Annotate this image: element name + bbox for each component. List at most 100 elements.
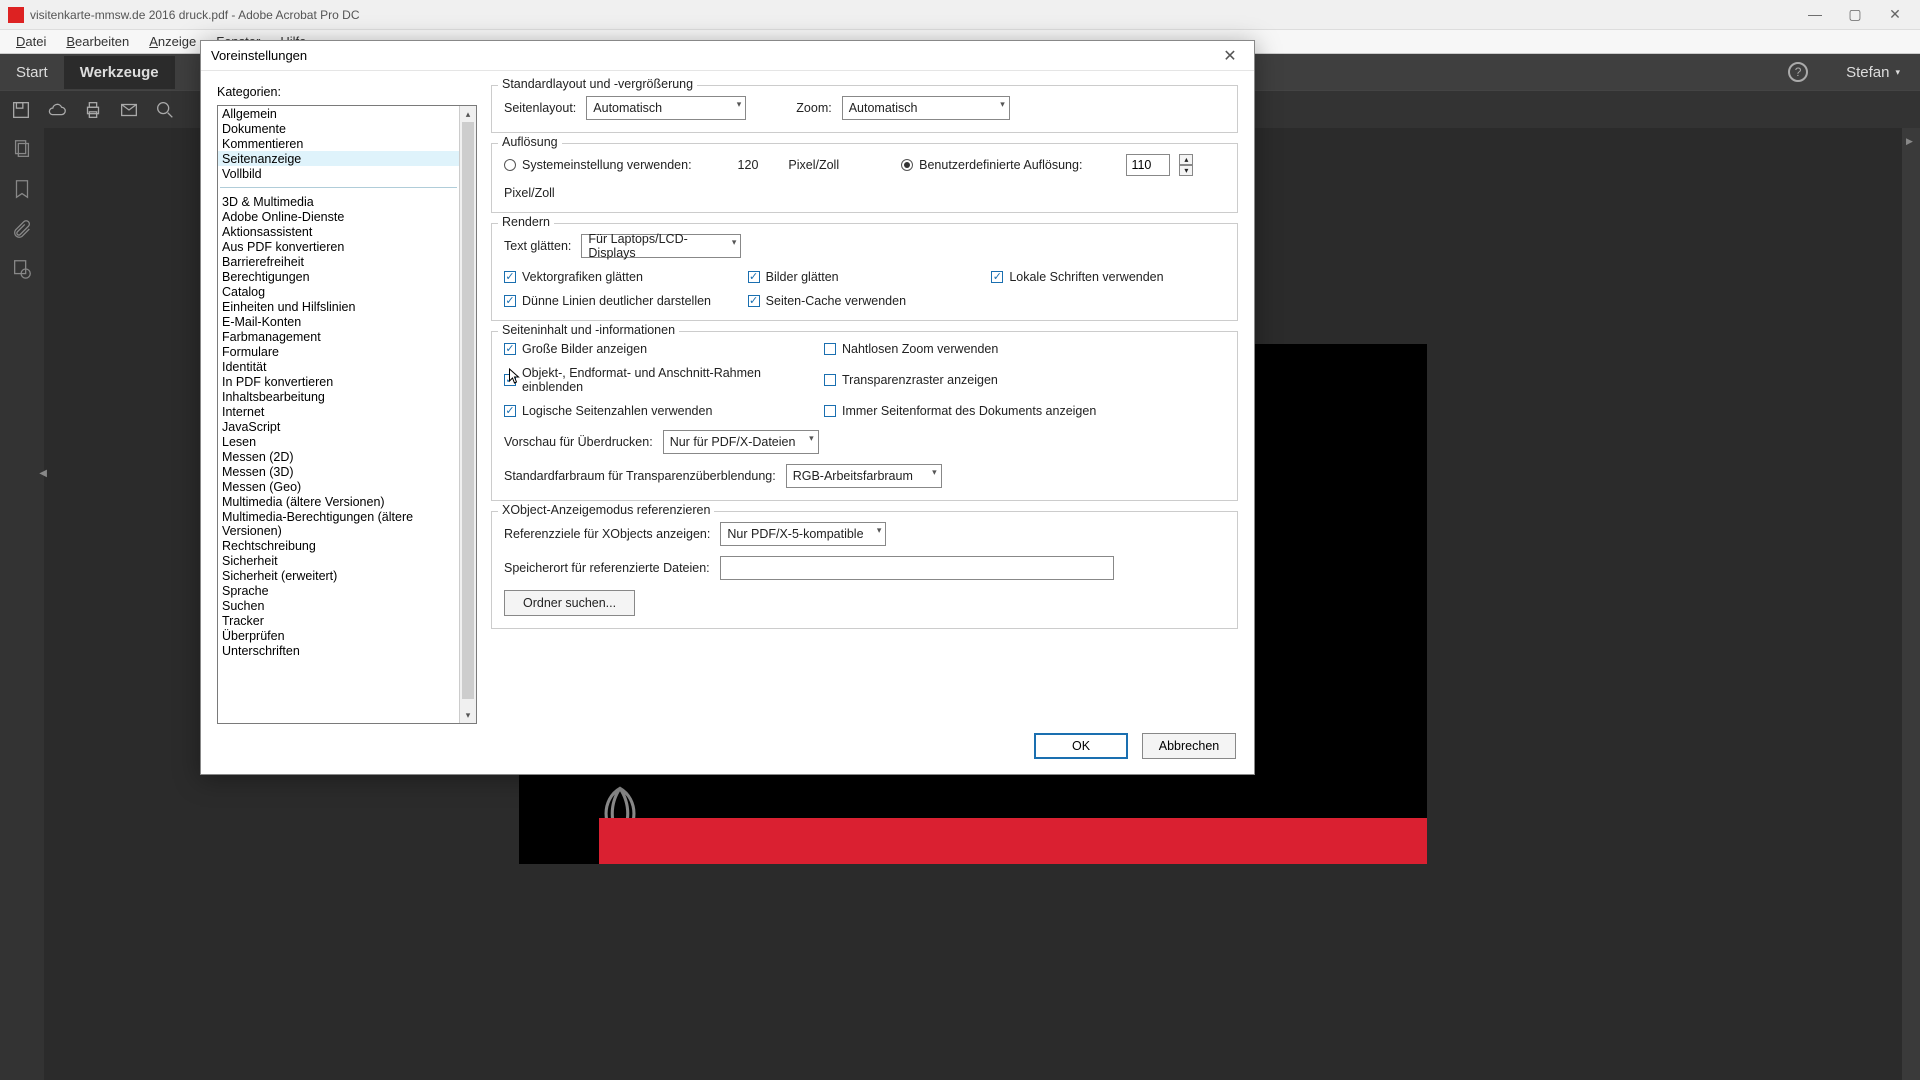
mail-icon[interactable] (118, 99, 140, 121)
mouse-cursor-icon (508, 368, 521, 386)
categories-list[interactable]: AllgemeinDokumenteKommentierenSeitenanze… (218, 106, 459, 723)
window-titlebar: visitenkarte-mmsw.de 2016 druck.pdf - Ad… (0, 0, 1920, 30)
cancel-button[interactable]: Abbrechen (1142, 733, 1236, 759)
scroll-up-icon[interactable]: ▴ (460, 106, 476, 122)
menu-bearbeiten[interactable]: Bearbeiten (56, 31, 139, 52)
tab-start[interactable]: Start (0, 56, 64, 89)
search-icon[interactable] (154, 99, 176, 121)
category-item[interactable]: Farbmanagement (218, 329, 459, 344)
category-item[interactable]: Formulare (218, 344, 459, 359)
smooth-text-select[interactable]: Für Laptops/LCD-Displays▾ (581, 234, 741, 258)
overprint-label: Vorschau für Überdrucken: (504, 435, 653, 449)
ok-button[interactable]: OK (1034, 733, 1128, 759)
xobject-location-input[interactable] (720, 556, 1114, 580)
category-item[interactable]: Sicherheit (218, 553, 459, 568)
category-item[interactable]: Inhaltsbearbeitung (218, 389, 459, 404)
category-item[interactable]: Identität (218, 359, 459, 374)
preferences-dialog: Voreinstellungen ✕ Kategorien: Allgemein… (200, 40, 1255, 775)
zoom-select[interactable]: Automatisch▾ (842, 96, 1010, 120)
category-item[interactable]: Internet (218, 404, 459, 419)
custom-resolution-input[interactable] (1126, 154, 1170, 176)
category-item[interactable]: Vollbild (218, 166, 459, 181)
document-red-strip (599, 818, 1427, 864)
window-close[interactable]: ✕ (1886, 6, 1904, 23)
pages-icon[interactable] (11, 138, 33, 160)
category-item[interactable]: E-Mail-Konten (218, 314, 459, 329)
overprint-select[interactable]: Nur für PDF/X-Dateien▾ (663, 430, 819, 454)
check-logical-pages[interactable]: ✓Logische Seitenzahlen verwenden (504, 404, 824, 418)
window-minimize[interactable]: — (1806, 6, 1824, 23)
category-item[interactable]: Barrierefreiheit (218, 254, 459, 269)
category-item[interactable]: Messen (3D) (218, 464, 459, 479)
category-item[interactable]: Catalog (218, 284, 459, 299)
help-icon[interactable]: ? (1788, 62, 1808, 82)
category-item[interactable]: Überprüfen (218, 628, 459, 643)
category-item[interactable]: Suchen (218, 598, 459, 613)
category-separator (220, 187, 457, 188)
category-item[interactable]: Messen (Geo) (218, 479, 459, 494)
unit-label-1: Pixel/Zoll (788, 158, 839, 172)
categories-scrollbar[interactable]: ▴ ▾ (459, 106, 476, 723)
check-vector[interactable]: ✓Vektorgrafiken glätten (504, 270, 738, 284)
category-item[interactable]: Unterschriften (218, 643, 459, 658)
print-icon[interactable] (82, 99, 104, 121)
blend-space-select[interactable]: RGB-Arbeitsfarbraum▾ (786, 464, 942, 488)
category-item[interactable]: Tracker (218, 613, 459, 628)
signatures-icon[interactable] (11, 258, 33, 280)
page-layout-select[interactable]: Automatisch▾ (586, 96, 746, 120)
category-item[interactable]: Aktionsassistent (218, 224, 459, 239)
browse-folder-button[interactable]: Ordner suchen... (504, 590, 635, 616)
category-item[interactable]: JavaScript (218, 419, 459, 434)
legend-content: Seiteninhalt und -informationen (498, 323, 679, 337)
cloud-icon[interactable] (46, 99, 68, 121)
check-seamless-zoom[interactable]: Nahtlosen Zoom verwenden (824, 342, 1225, 356)
menu-datei[interactable]: Datei (6, 31, 56, 52)
tab-werkzeuge[interactable]: Werkzeuge (64, 56, 175, 89)
tools-pane-collapsed[interactable] (1902, 128, 1920, 1080)
category-item[interactable]: Messen (2D) (218, 449, 459, 464)
left-rail: ◀ (0, 128, 44, 1080)
app-icon (8, 7, 24, 23)
check-always-pagesize[interactable]: Immer Seitenformat des Dokuments anzeige… (824, 404, 1225, 418)
scroll-thumb[interactable] (462, 122, 474, 699)
category-item[interactable]: Sicherheit (erweitert) (218, 568, 459, 583)
check-large-images[interactable]: ✓Große Bilder anzeigen (504, 342, 824, 356)
category-item[interactable]: Lesen (218, 434, 459, 449)
category-item[interactable]: Adobe Online-Dienste (218, 209, 459, 224)
check-art-trim-bleed[interactable]: ✓Objekt-, Endformat- und Anschnitt-Rahme… (504, 366, 824, 394)
category-item[interactable]: Seitenanzeige (218, 151, 459, 166)
save-icon[interactable] (10, 99, 32, 121)
radio-system-resolution[interactable]: Systemeinstellung verwenden: (504, 158, 692, 172)
category-item[interactable]: Einheiten und Hilfslinien (218, 299, 459, 314)
legend-layout: Standardlayout und -vergrößerung (498, 77, 697, 91)
category-item[interactable]: Multimedia (ältere Versionen) (218, 494, 459, 509)
category-item[interactable]: Multimedia-Berechtigungen (ältere Versio… (218, 509, 459, 538)
bookmark-icon[interactable] (11, 178, 33, 200)
category-item[interactable]: 3D & Multimedia (218, 194, 459, 209)
scroll-down-icon[interactable]: ▾ (460, 707, 476, 723)
menu-anzeige[interactable]: Anzeige (139, 31, 206, 52)
resolution-spinner[interactable]: ▴▾ (1179, 154, 1193, 176)
dialog-close-icon[interactable]: ✕ (1216, 46, 1244, 66)
category-item[interactable]: Dokumente (218, 121, 459, 136)
radio-custom-resolution[interactable]: Benutzerdefinierte Auflösung: (901, 158, 1082, 172)
category-item[interactable]: Berechtigungen (218, 269, 459, 284)
window-title: visitenkarte-mmsw.de 2016 druck.pdf - Ad… (30, 8, 1806, 22)
check-local-fonts[interactable]: ✓Lokale Schriften verwenden (991, 270, 1225, 284)
window-maximize[interactable]: ▢ (1846, 6, 1864, 23)
check-thin-lines[interactable]: ✓Dünne Linien deutlicher darstellen (504, 294, 738, 308)
group-page-content: Seiteninhalt und -informationen ✓Große B… (491, 331, 1238, 501)
xobject-targets-select[interactable]: Nur PDF/X-5-kompatible▾ (720, 522, 886, 546)
category-item[interactable]: Allgemein (218, 106, 459, 121)
category-item[interactable]: Sprache (218, 583, 459, 598)
check-images[interactable]: ✓Bilder glätten (748, 270, 982, 284)
group-rendering: Rendern Text glätten: Für Laptops/LCD-Di… (491, 223, 1238, 321)
category-item[interactable]: Kommentieren (218, 136, 459, 151)
check-transparency-grid[interactable]: Transparenzraster anzeigen (824, 366, 1225, 394)
user-menu[interactable]: Stefan▾ (1826, 64, 1920, 81)
attachment-icon[interactable] (11, 218, 33, 240)
check-page-cache[interactable]: ✓Seiten-Cache verwenden (748, 294, 982, 308)
category-item[interactable]: Aus PDF konvertieren (218, 239, 459, 254)
category-item[interactable]: In PDF konvertieren (218, 374, 459, 389)
category-item[interactable]: Rechtschreibung (218, 538, 459, 553)
